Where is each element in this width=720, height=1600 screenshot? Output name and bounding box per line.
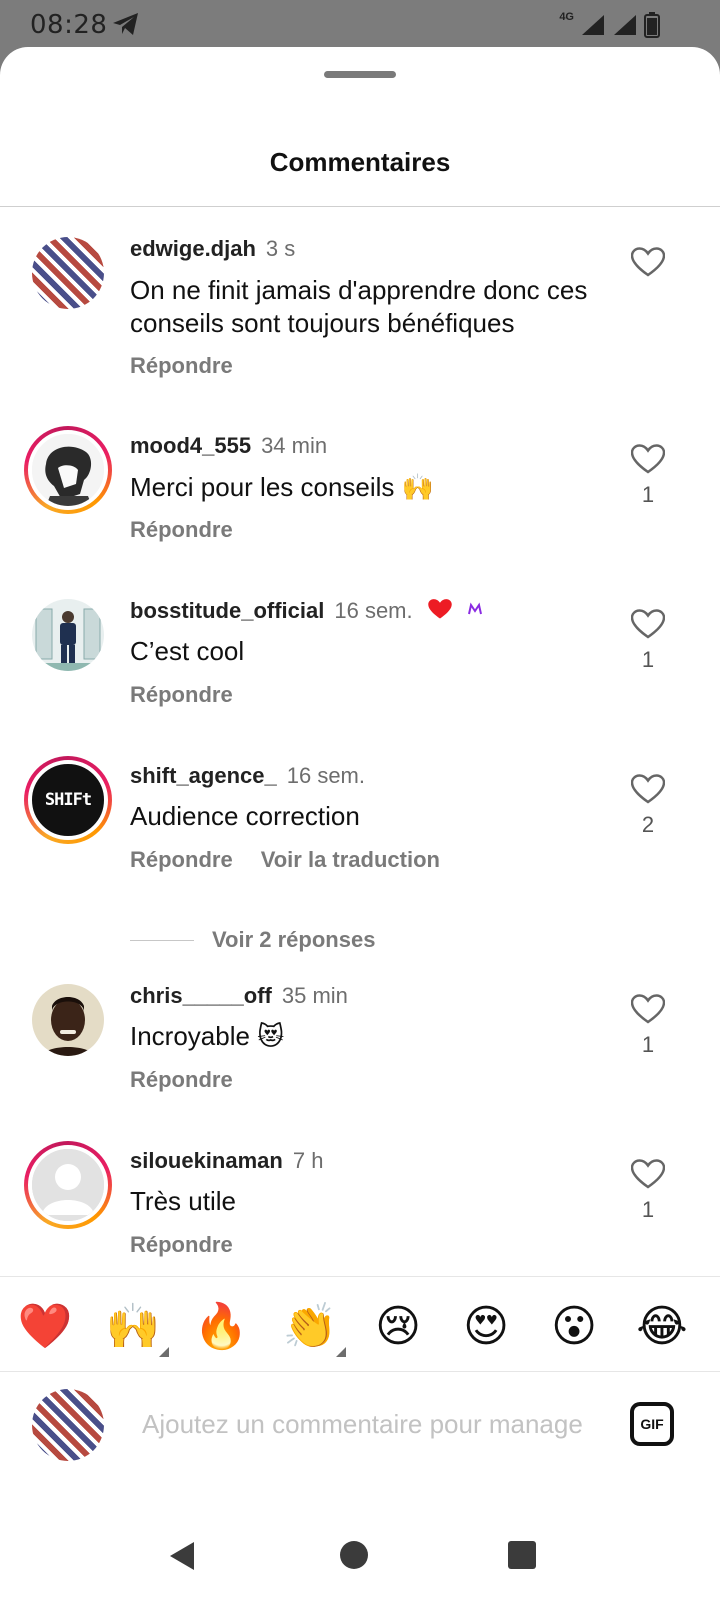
signal-2-icon bbox=[614, 15, 636, 35]
emoji-heart[interactable]: ❤️ bbox=[17, 1299, 73, 1355]
like-count: 2 bbox=[641, 812, 655, 837]
emoji-surprised[interactable]: 😮 bbox=[546, 1299, 602, 1355]
comment-text: C’est cool bbox=[130, 636, 245, 666]
like-count: 1 bbox=[641, 1032, 655, 1057]
avatar[interactable]: SHIFt bbox=[24, 756, 112, 844]
reply-button[interactable]: Répondre bbox=[130, 1232, 233, 1257]
avatar[interactable] bbox=[32, 599, 104, 671]
avatar[interactable] bbox=[32, 237, 104, 309]
emoji-heart-eyes[interactable]: 😍 bbox=[458, 1299, 514, 1355]
liked-by-author-heart-icon bbox=[428, 599, 452, 619]
emoji-raised-hands-glyph: 🙌 bbox=[105, 1301, 161, 1352]
reply-button[interactable]: Répondre bbox=[130, 517, 233, 542]
recent-apps-icon[interactable] bbox=[508, 1541, 536, 1569]
skin-tone-indicator-icon bbox=[336, 1347, 346, 1357]
system-nav-bar bbox=[0, 1483, 720, 1600]
emoji-raised-hands[interactable]: 🙌 bbox=[105, 1299, 169, 1357]
comment-text: Incroyable 😻 bbox=[130, 1021, 285, 1051]
like-button[interactable]: 1 bbox=[630, 444, 666, 508]
divider bbox=[130, 939, 194, 941]
like-count: 1 bbox=[641, 647, 655, 672]
reply-button[interactable]: Répondre bbox=[130, 847, 233, 872]
comment-composer: GIF bbox=[0, 1373, 720, 1473]
heart-icon bbox=[631, 774, 665, 804]
avatar[interactable] bbox=[32, 984, 104, 1056]
see-translation-button[interactable]: Voir la traduction bbox=[261, 847, 440, 872]
like-button[interactable]: 1 bbox=[630, 1159, 666, 1223]
author-avatar-icon bbox=[465, 601, 484, 619]
status-time: 08:28 bbox=[30, 10, 108, 40]
avatar-logo-text: SHIFt bbox=[44, 790, 92, 810]
like-count: 1 bbox=[641, 1197, 655, 1222]
telegram-icon bbox=[112, 12, 140, 43]
reply-button[interactable]: Répondre bbox=[130, 353, 233, 378]
comment-time: 35 min bbox=[281, 983, 348, 1008]
comment-time: 7 h bbox=[292, 1148, 324, 1173]
comment-username[interactable]: edwige.djah bbox=[130, 236, 256, 261]
emoji-clap-glyph: 👏 bbox=[282, 1301, 338, 1352]
heart-icon bbox=[631, 1159, 665, 1189]
comment-username[interactable]: shift_agence_ bbox=[130, 763, 277, 788]
emoji-clap[interactable]: 👏 bbox=[282, 1299, 346, 1357]
page-title: Commentaires bbox=[269, 147, 451, 177]
skin-tone-indicator-icon bbox=[159, 1347, 169, 1357]
comment-time: 3 s bbox=[265, 236, 296, 261]
comment-username[interactable]: bosstitude_official bbox=[130, 598, 324, 623]
avatar[interactable] bbox=[24, 1141, 112, 1229]
comment-text: Audience correction bbox=[130, 801, 360, 831]
reply-button[interactable]: Répondre bbox=[130, 682, 233, 707]
status-icons: 4G bbox=[559, 11, 660, 38]
comment-username[interactable]: chris_____off bbox=[130, 983, 272, 1008]
my-avatar bbox=[32, 1389, 104, 1461]
like-button[interactable]: 1 bbox=[630, 994, 666, 1058]
gif-button[interactable]: GIF bbox=[630, 1402, 674, 1446]
comment-text: Merci pour les conseils 🙌 bbox=[130, 472, 435, 502]
heart-icon bbox=[631, 247, 665, 277]
comment-time: 34 min bbox=[261, 433, 328, 458]
status-bar: 08:28 4G bbox=[0, 0, 720, 48]
comment-username[interactable]: mood4_555 bbox=[130, 433, 251, 458]
comment-time: 16 sem. bbox=[286, 763, 365, 788]
network-icon: 4G bbox=[559, 11, 574, 23]
view-replies-label: Voir 2 réponses bbox=[212, 927, 376, 952]
signal-icon bbox=[582, 15, 604, 35]
comment-username[interactable]: silouekinaman bbox=[130, 1148, 283, 1173]
comment-time: 16 sem. bbox=[334, 598, 413, 623]
emoji-crying[interactable]: 😢 bbox=[370, 1299, 426, 1355]
comment-text: On ne finit jamais d'apprendre donc ces … bbox=[130, 275, 588, 338]
avatar[interactable] bbox=[24, 426, 112, 514]
home-icon[interactable] bbox=[340, 1541, 368, 1569]
emoji-fire[interactable]: 🔥 bbox=[193, 1299, 249, 1355]
heart-icon bbox=[631, 444, 665, 474]
like-button[interactable]: 1 bbox=[630, 609, 666, 673]
emoji-quick-bar: ❤️ 🙌 🔥 👏 😢 😍 😮 😂 bbox=[0, 1276, 720, 1372]
comment-text: Très utile bbox=[130, 1186, 236, 1216]
comment-input[interactable] bbox=[142, 1403, 598, 1445]
view-replies-button[interactable]: Voir 2 réponses bbox=[130, 925, 375, 955]
like-button[interactable] bbox=[630, 247, 666, 285]
heart-icon bbox=[631, 994, 665, 1024]
heart-icon bbox=[631, 609, 665, 639]
reply-button[interactable]: Répondre bbox=[130, 1067, 233, 1092]
battery-icon bbox=[644, 12, 660, 38]
like-button[interactable]: 2 bbox=[630, 774, 666, 838]
back-icon[interactable] bbox=[168, 1540, 196, 1572]
divider bbox=[0, 206, 720, 207]
like-count: 1 bbox=[641, 482, 655, 507]
drag-handle[interactable] bbox=[324, 71, 396, 78]
emoji-laughing[interactable]: 😂 bbox=[634, 1299, 690, 1355]
comments-sheet: Commentaires edwige.djah 3 s On ne finit … bbox=[0, 47, 720, 1600]
